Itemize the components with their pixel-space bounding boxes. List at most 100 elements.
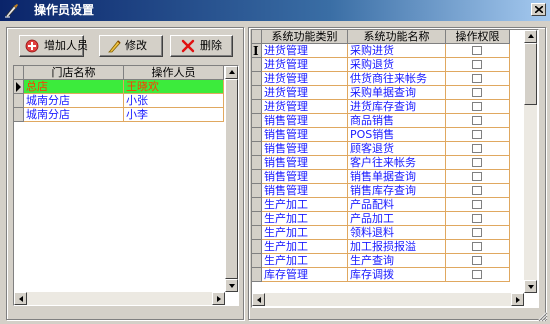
row-indicator[interactable]	[252, 100, 262, 114]
function-cell[interactable]: 加工报损报溢	[348, 240, 446, 254]
permission-checkbox[interactable]	[472, 130, 482, 139]
permission-checkbox[interactable]	[472, 256, 482, 265]
scroll-up-button[interactable]	[524, 30, 537, 43]
horizontal-scrollbar[interactable]	[14, 292, 225, 305]
function-cell[interactable]: 采购单据查询	[348, 86, 446, 100]
row-indicator[interactable]	[252, 268, 262, 282]
store-cell[interactable]: 城南分店	[24, 94, 124, 108]
row-indicator[interactable]	[252, 142, 262, 156]
category-cell[interactable]: 生产加工	[262, 212, 348, 226]
row-indicator[interactable]	[252, 226, 262, 240]
category-cell[interactable]: 销售管理	[262, 184, 348, 198]
scroll-right-button[interactable]	[511, 293, 524, 306]
category-cell[interactable]: 进货管理	[262, 100, 348, 114]
permission-checkbox[interactable]	[472, 102, 482, 111]
row-indicator[interactable]	[252, 114, 262, 128]
row-indicator[interactable]	[14, 80, 24, 94]
permission-checkbox[interactable]	[472, 144, 482, 153]
permission-checkbox[interactable]	[472, 214, 482, 223]
operator-cell[interactable]: 小张	[124, 94, 224, 108]
scroll-up-button[interactable]	[225, 66, 238, 79]
category-cell[interactable]: 进货管理	[262, 86, 348, 100]
permission-checkbox[interactable]	[472, 46, 482, 55]
function-cell[interactable]: 顾客退货	[348, 142, 446, 156]
store-cell[interactable]: 总店	[24, 80, 124, 94]
function-cell[interactable]: 采购进货	[348, 44, 446, 58]
column-header-function[interactable]: 系统功能名称	[348, 30, 446, 44]
row-indicator[interactable]	[252, 254, 262, 268]
function-cell[interactable]: 进货库存查询	[348, 100, 446, 114]
horizontal-scrollbar[interactable]	[252, 293, 524, 306]
row-indicator[interactable]	[14, 108, 24, 122]
row-indicator[interactable]	[252, 184, 262, 198]
row-indicator[interactable]	[252, 58, 262, 72]
column-header-permission[interactable]: 操作权限	[446, 30, 510, 44]
function-cell[interactable]: 生产查询	[348, 254, 446, 268]
category-cell[interactable]: 销售管理	[262, 156, 348, 170]
function-cell[interactable]: 库存调拨	[348, 268, 446, 282]
scroll-thumb[interactable]	[524, 43, 537, 105]
permission-checkbox[interactable]	[472, 200, 482, 209]
row-indicator[interactable]	[252, 212, 262, 226]
category-cell[interactable]: 销售管理	[262, 128, 348, 142]
permission-checkbox[interactable]	[472, 270, 482, 279]
operator-cell[interactable]: 小李	[124, 108, 224, 122]
category-cell[interactable]: 销售管理	[262, 142, 348, 156]
close-button[interactable]	[531, 3, 546, 16]
row-indicator[interactable]	[252, 198, 262, 212]
add-operator-button[interactable]: 增加人员	[19, 35, 88, 57]
row-indicator[interactable]	[252, 128, 262, 142]
row-indicator[interactable]: I	[252, 44, 262, 58]
scroll-right-button[interactable]	[212, 292, 225, 305]
category-cell[interactable]: 生产加工	[262, 240, 348, 254]
function-cell[interactable]: 销售单据查询	[348, 170, 446, 184]
permission-checkbox[interactable]	[472, 228, 482, 237]
scroll-down-button[interactable]	[225, 279, 238, 292]
category-cell[interactable]: 生产加工	[262, 226, 348, 240]
row-indicator[interactable]	[252, 86, 262, 100]
permission-checkbox[interactable]	[472, 186, 482, 195]
function-cell[interactable]: 采购退货	[348, 58, 446, 72]
category-cell[interactable]: 生产加工	[262, 254, 348, 268]
permission-checkbox[interactable]	[472, 74, 482, 83]
function-cell[interactable]: 供货商往来帐务	[348, 72, 446, 86]
resize-grip-icon[interactable]	[536, 310, 548, 322]
function-cell[interactable]: 销售库存查询	[348, 184, 446, 198]
function-cell[interactable]: 商品销售	[348, 114, 446, 128]
scroll-thumb[interactable]	[225, 79, 238, 279]
function-cell[interactable]: 领料退料	[348, 226, 446, 240]
vertical-scrollbar[interactable]	[225, 66, 238, 292]
edit-button[interactable]: 修改	[99, 35, 163, 57]
operator-grid[interactable]: 门店名称 操作人员 总店 王晓欢 城南分店 小张 城南分店 小李	[13, 65, 239, 306]
store-cell[interactable]: 城南分店	[24, 108, 124, 122]
row-indicator[interactable]	[252, 240, 262, 254]
row-indicator[interactable]	[252, 170, 262, 184]
permission-checkbox[interactable]	[472, 88, 482, 97]
function-cell[interactable]: 客户往来帐务	[348, 156, 446, 170]
category-cell[interactable]: 库存管理	[262, 268, 348, 282]
row-indicator[interactable]	[252, 156, 262, 170]
function-cell[interactable]: 产品加工	[348, 212, 446, 226]
column-header-operator[interactable]: 操作人员	[124, 66, 224, 80]
permission-checkbox[interactable]	[472, 242, 482, 251]
category-cell[interactable]: 进货管理	[262, 72, 348, 86]
category-cell[interactable]: 销售管理	[262, 114, 348, 128]
column-header-store[interactable]: 门店名称	[24, 66, 124, 80]
scroll-down-button[interactable]	[524, 280, 537, 293]
category-cell[interactable]: 销售管理	[262, 170, 348, 184]
function-cell[interactable]: 产品配料	[348, 198, 446, 212]
column-header-category[interactable]: 系统功能类别	[262, 30, 348, 44]
permission-checkbox[interactable]	[472, 60, 482, 69]
category-cell[interactable]: 生产加工	[262, 198, 348, 212]
permission-checkbox[interactable]	[472, 116, 482, 125]
category-cell[interactable]: 进货管理	[262, 44, 348, 58]
permission-checkbox[interactable]	[472, 158, 482, 167]
delete-button[interactable]: 删除	[170, 35, 233, 57]
permission-grid[interactable]: 系统功能类别 系统功能名称 操作权限 I 进货管理 采购进货 进货管理 采购退货 进货管理…	[251, 29, 539, 308]
row-indicator[interactable]	[14, 94, 24, 108]
permission-checkbox[interactable]	[472, 172, 482, 181]
scroll-left-button[interactable]	[252, 293, 265, 306]
function-cell[interactable]: POS销售	[348, 128, 446, 142]
operator-cell[interactable]: 王晓欢	[124, 80, 224, 94]
scroll-left-button[interactable]	[14, 292, 27, 305]
